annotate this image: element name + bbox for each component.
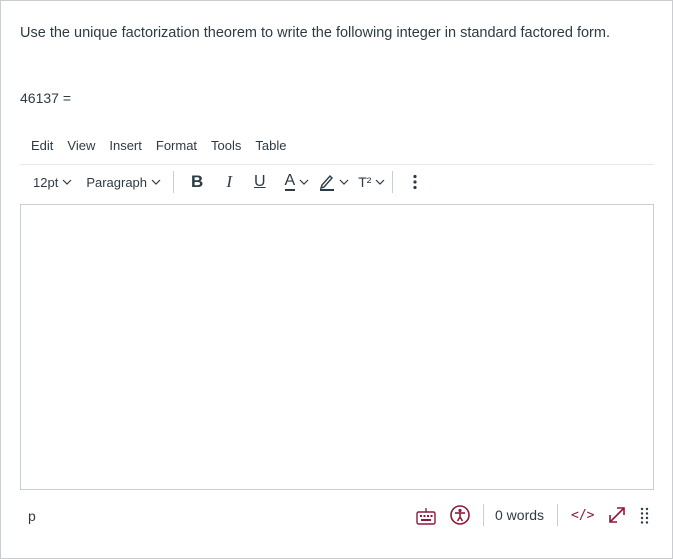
chevron-down-icon [339,179,349,185]
menubar-divider [20,164,654,165]
underline-button[interactable]: U [254,173,266,191]
more-options-button[interactable] [413,174,418,190]
menu-view[interactable]: View [67,138,95,153]
superscript-button[interactable]: T² [358,174,385,190]
underline-icon: U [253,173,266,190]
word-count[interactable]: 0 words [495,507,544,523]
element-path[interactable]: p [28,508,36,524]
menu-edit[interactable]: Edit [31,138,53,153]
block-format-label: Paragraph [86,174,148,190]
vertical-dots-icon [413,174,418,190]
chevron-down-icon [299,179,309,185]
statusbar-separator [557,504,558,526]
text-color-icon: A [284,172,296,191]
italic-icon: I [226,172,232,191]
rich-text-editor-area[interactable] [20,204,654,490]
resize-handle-icon[interactable] [640,507,650,525]
equation-label: 46137 = [20,90,71,106]
question-prompt: Use the unique factorization theorem to … [20,25,610,41]
highlight-color-button[interactable] [319,173,349,191]
toolbar-separator [173,171,175,193]
menu-table[interactable]: Table [255,138,286,153]
font-size-select[interactable]: 12pt [33,175,72,190]
chevron-down-icon [151,179,161,185]
superscript-icon: T² [358,174,372,190]
editor-statusbar: p 0 words </> [20,501,654,531]
italic-button[interactable]: I [226,172,232,192]
font-size-label: 12pt [33,174,59,190]
text-color-button[interactable]: A [284,172,310,191]
menu-insert[interactable]: Insert [109,138,142,153]
menu-tools[interactable]: Tools [211,138,241,153]
chevron-down-icon [62,179,72,185]
question-panel: Use the unique factorization theorem to … [0,0,673,559]
editor-menubar: Edit View Insert Format Tools Table [31,138,300,153]
bold-icon: B [191,172,204,191]
menu-format[interactable]: Format [156,138,197,153]
block-format-select[interactable]: Paragraph [86,175,161,190]
accessibility-checker-icon[interactable] [450,505,470,525]
highlighter-icon [320,174,335,191]
html-editor-button[interactable]: </> [571,508,594,523]
bold-button[interactable]: B [191,172,203,192]
keyboard-shortcuts-icon[interactable] [416,507,436,525]
fullscreen-icon[interactable] [607,505,627,525]
toolbar-separator [392,171,394,193]
chevron-down-icon [376,179,385,185]
editor-toolbar: 12pt Paragraph B I U A T² [20,167,654,197]
statusbar-separator [483,504,484,526]
